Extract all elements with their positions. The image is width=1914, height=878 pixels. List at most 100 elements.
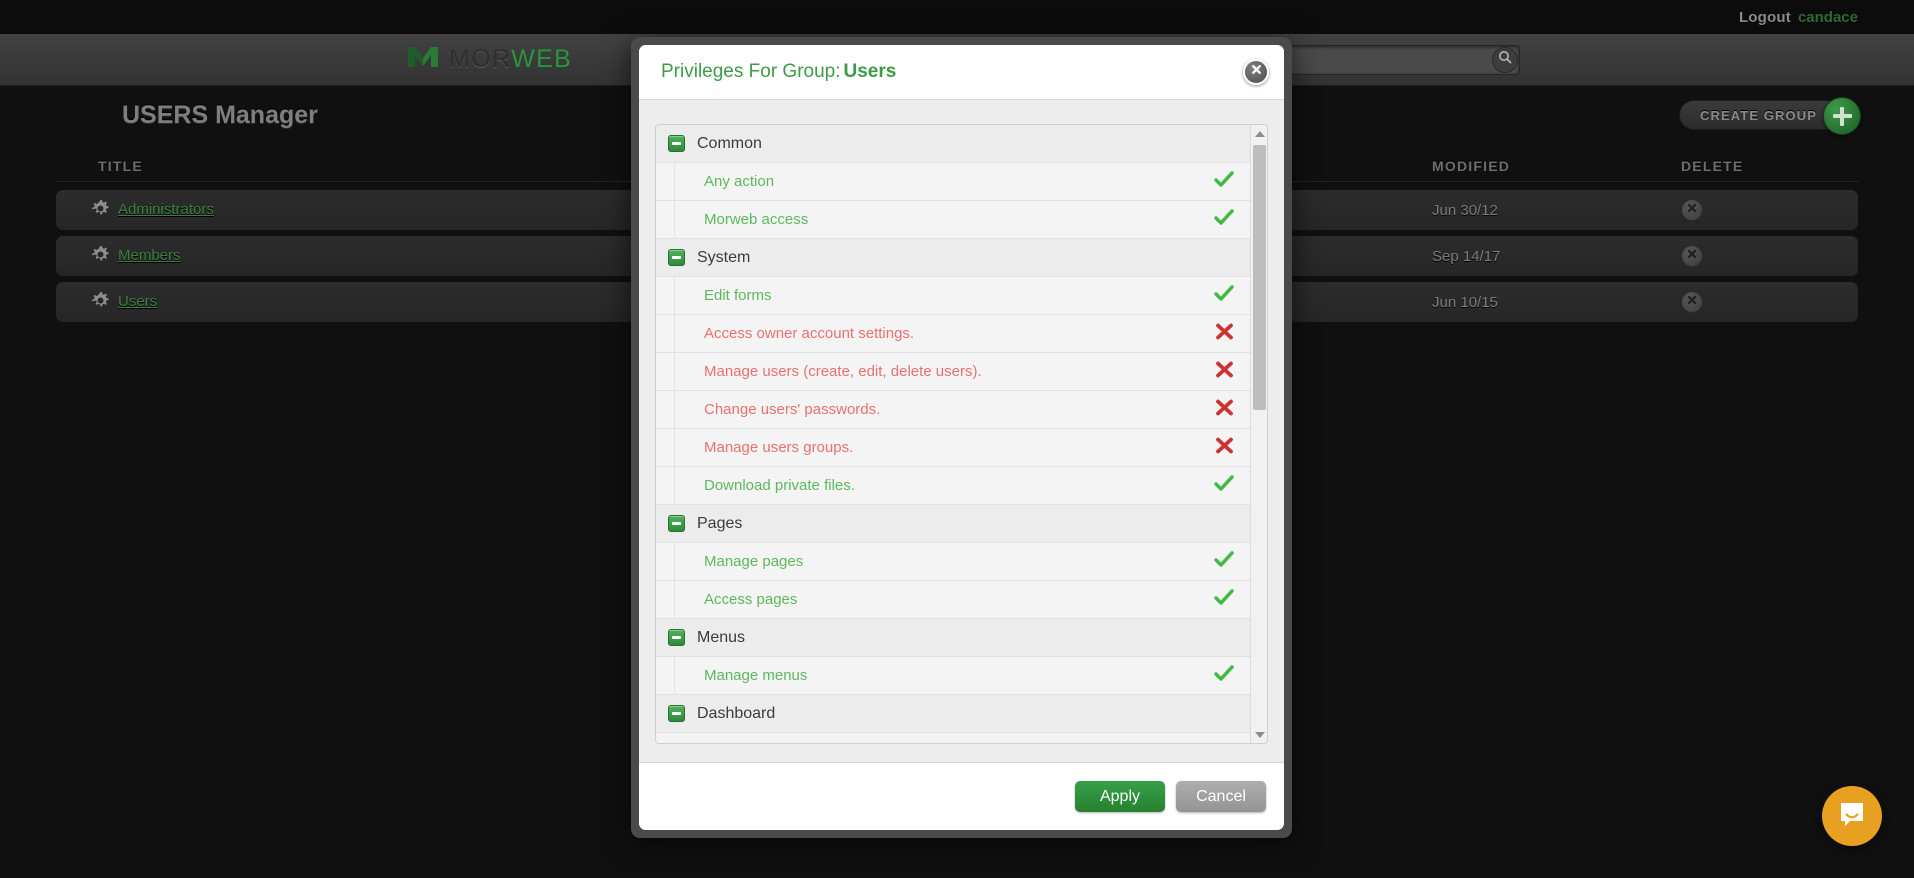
check-icon[interactable] bbox=[1214, 284, 1234, 307]
privilege-item-row[interactable]: Edit forms bbox=[656, 277, 1250, 315]
modal-close-button[interactable] bbox=[1243, 59, 1269, 85]
delete-group-button[interactable] bbox=[1681, 245, 1703, 267]
privilege-item-row[interactable]: Morweb access bbox=[656, 201, 1250, 239]
gear-icon bbox=[92, 246, 109, 268]
privilege-item-row[interactable]: Any action bbox=[656, 163, 1250, 201]
scroll-up-button[interactable] bbox=[1251, 125, 1267, 142]
privilege-group-label: Dashboard bbox=[697, 704, 776, 722]
privilege-group-row[interactable]: Dashboard bbox=[656, 695, 1250, 733]
privilege-item-row[interactable]: Manage users (create, edit, delete users… bbox=[656, 353, 1250, 391]
privilege-item-label: Download private files. bbox=[704, 477, 855, 494]
scroll-down-button[interactable] bbox=[1251, 726, 1267, 743]
privilege-item-label: Manage pages bbox=[704, 553, 804, 570]
group-title-link[interactable]: Members bbox=[118, 247, 181, 264]
chevron-up-icon bbox=[1254, 130, 1265, 137]
privilege-item-label: Manage users (create, edit, delete users… bbox=[704, 363, 982, 380]
privilege-item-row[interactable]: Access owner account settings. bbox=[656, 315, 1250, 353]
privileges-panel: Common Any action Morweb access System Edit … bbox=[655, 124, 1268, 744]
modal-title-prefix: Privileges For Group: bbox=[661, 61, 841, 82]
privilege-group-label: Pages bbox=[697, 514, 743, 532]
privilege-group-label: Menus bbox=[697, 628, 746, 646]
search-box bbox=[1280, 44, 1520, 75]
privileges-modal: Privileges For Group: Users Common Any act… bbox=[639, 45, 1284, 830]
app-root: Logout candace MORWEB USERS Manager CREA… bbox=[0, 0, 1914, 878]
privilege-item-row[interactable]: Change users' passwords. bbox=[656, 391, 1250, 429]
privilege-item-row[interactable]: Manage users groups. bbox=[656, 429, 1250, 467]
privileges-list: Common Any action Morweb access System Edit … bbox=[656, 125, 1250, 743]
cross-icon[interactable] bbox=[1215, 360, 1234, 383]
minus-box-icon[interactable] bbox=[668, 515, 685, 532]
group-title-link[interactable]: Users bbox=[118, 293, 157, 310]
cross-icon[interactable] bbox=[1215, 436, 1234, 459]
privilege-group-row[interactable]: Common bbox=[656, 125, 1250, 163]
minus-box-icon[interactable] bbox=[668, 249, 685, 266]
cross-icon[interactable] bbox=[1215, 398, 1234, 421]
privilege-item-label: Any action bbox=[704, 173, 775, 190]
check-icon[interactable] bbox=[1214, 664, 1234, 687]
current-username[interactable]: candace bbox=[1798, 9, 1858, 26]
minus-box-icon[interactable] bbox=[668, 629, 685, 646]
privilege-item-row[interactable]: Download private files. bbox=[656, 467, 1250, 505]
privilege-group-label: System bbox=[697, 248, 751, 266]
privilege-group-row[interactable]: Menus bbox=[656, 619, 1250, 657]
check-icon[interactable] bbox=[1214, 550, 1234, 573]
close-circle-icon bbox=[1686, 293, 1698, 311]
page-title: USERS Manager bbox=[122, 101, 318, 129]
check-icon[interactable] bbox=[1214, 588, 1234, 611]
privilege-item-row[interactable]: Access pages bbox=[656, 581, 1250, 619]
search-button[interactable] bbox=[1492, 46, 1518, 73]
privilege-item-label: Change users' passwords. bbox=[704, 401, 881, 418]
privilege-group-label: Common bbox=[697, 134, 762, 152]
scrollbar-thumb[interactable] bbox=[1253, 145, 1266, 410]
brand[interactable]: MORWEB bbox=[408, 44, 572, 75]
plus-icon bbox=[1823, 97, 1861, 135]
create-group-button[interactable]: CREATE GROUP bbox=[1679, 97, 1861, 135]
privilege-item-label: Edit forms bbox=[704, 287, 772, 304]
check-icon[interactable] bbox=[1214, 474, 1234, 497]
modal-footer: Apply Cancel bbox=[639, 762, 1284, 830]
modal-title-group: Users bbox=[843, 61, 897, 82]
cross-icon[interactable] bbox=[1215, 322, 1234, 345]
logout-link[interactable]: Logout bbox=[1739, 9, 1791, 26]
close-circle-icon bbox=[1686, 201, 1698, 219]
privileges-scrollbar[interactable] bbox=[1250, 125, 1267, 743]
minus-box-icon[interactable] bbox=[668, 135, 685, 152]
privilege-item-row[interactable]: Manage pages bbox=[656, 543, 1250, 581]
group-title-link[interactable]: Administrators bbox=[118, 201, 214, 218]
delete-group-button[interactable] bbox=[1681, 291, 1703, 313]
search-input[interactable] bbox=[1280, 44, 1520, 75]
group-modified-date: Jun 30/12 bbox=[1432, 202, 1498, 219]
minus-box-icon[interactable] bbox=[668, 705, 685, 722]
intercom-launcher[interactable] bbox=[1822, 786, 1882, 846]
privilege-item-label: Manage menus bbox=[704, 667, 808, 684]
chevron-down-icon bbox=[1254, 731, 1265, 738]
modal-header: Privileges For Group: Users bbox=[639, 45, 1284, 100]
brand-text: MORWEB bbox=[449, 45, 572, 74]
privilege-item-label: Access owner account settings. bbox=[704, 325, 915, 342]
column-header-title: TITLE bbox=[98, 158, 143, 174]
privilege-item-row[interactable]: Manage menus bbox=[656, 657, 1250, 695]
group-modified-date: Jun 10/15 bbox=[1432, 294, 1498, 311]
delete-group-button[interactable] bbox=[1681, 199, 1703, 221]
create-group-label: CREATE GROUP bbox=[1700, 107, 1817, 123]
check-icon[interactable] bbox=[1214, 208, 1234, 231]
column-header-delete: DELETE bbox=[1681, 158, 1744, 174]
privilege-group-row[interactable]: System bbox=[656, 239, 1250, 277]
utility-bar: Logout candace bbox=[0, 0, 1914, 34]
privilege-item-label: Access pages bbox=[704, 591, 798, 608]
close-circle-icon bbox=[1250, 63, 1263, 81]
apply-button[interactable]: Apply bbox=[1075, 781, 1165, 812]
modal-title: Privileges For Group: Users bbox=[661, 61, 896, 83]
check-icon[interactable] bbox=[1214, 170, 1234, 193]
brand-text-mor: MOR bbox=[449, 45, 512, 73]
privilege-group-row[interactable]: Pages bbox=[656, 505, 1250, 543]
chat-bubble-icon bbox=[1837, 799, 1867, 834]
brand-text-web: WEB bbox=[511, 45, 573, 73]
gear-icon bbox=[92, 200, 109, 222]
search-icon bbox=[1498, 50, 1512, 69]
cancel-button[interactable]: Cancel bbox=[1176, 781, 1266, 812]
gear-icon bbox=[92, 292, 109, 314]
privilege-item-label: Manage users groups. bbox=[704, 439, 854, 456]
privileges-modal-frame: Privileges For Group: Users Common Any act… bbox=[631, 37, 1292, 838]
morweb-logo-icon bbox=[408, 44, 438, 75]
